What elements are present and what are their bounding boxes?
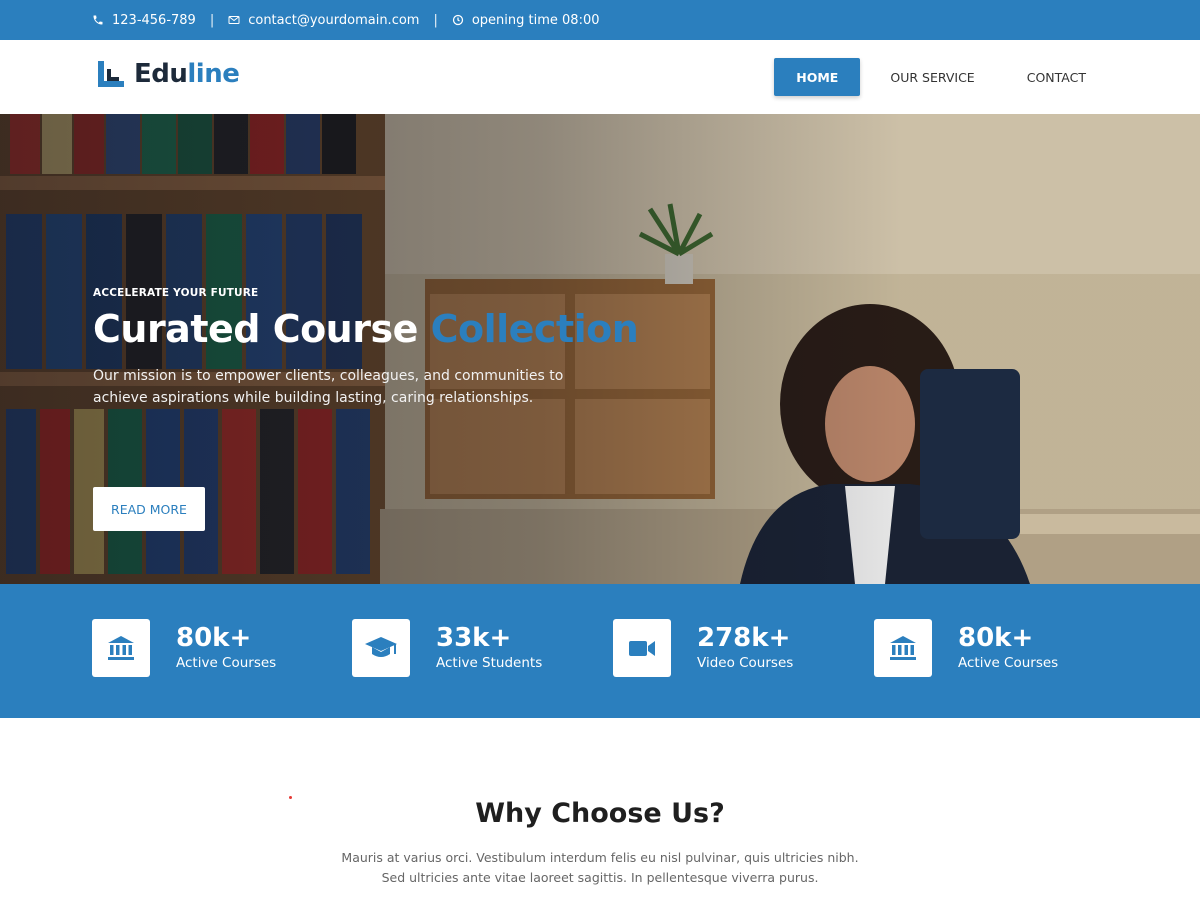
- stat-value: 80k+: [958, 623, 1034, 653]
- stat-icon-box: [352, 619, 410, 677]
- read-more-button[interactable]: READ MORE: [93, 487, 205, 531]
- phone-text: 123-456-789: [112, 12, 196, 28]
- hero-kicker: ACCELERATE YOUR FUTURE: [93, 287, 259, 299]
- main-nav: HOME OUR SERVICE CONTACT: [766, 58, 1108, 96]
- stat-icon-box: [92, 619, 150, 677]
- separator: |: [433, 12, 438, 28]
- email-info[interactable]: contact@yourdomain.com: [228, 13, 419, 28]
- hero-description: Our mission is to empower clients, colle…: [93, 368, 564, 406]
- envelope-icon: [228, 16, 240, 24]
- hero-content: ACCELERATE YOUR FUTURE Curated Course Co…: [93, 287, 639, 409]
- stat-label: Active Students: [436, 655, 543, 671]
- decorative-dot: [289, 796, 292, 799]
- video-camera-icon: [629, 641, 655, 656]
- stat-text: 80k+ Active Courses: [958, 625, 1058, 671]
- stat-text: 80k+ Active Courses: [176, 625, 276, 671]
- stats-band: 80k+ Active Courses 33k+ Active Students…: [0, 584, 1200, 718]
- graduation-cap-icon: [365, 637, 397, 657]
- hero-title-accent: Collection: [430, 307, 639, 351]
- bank-icon: [108, 636, 134, 660]
- stat-value: 80k+: [176, 623, 252, 653]
- site-header: Eduline HOME OUR SERVICE CONTACT: [0, 40, 1200, 114]
- stat-label: Active Courses: [958, 655, 1059, 671]
- clock-icon: [452, 14, 463, 26]
- separator: |: [209, 12, 215, 28]
- email-text: contact@yourdomain.com: [248, 12, 420, 28]
- hero-title: Curated Course Collection: [93, 307, 639, 351]
- phone-icon: [93, 15, 103, 25]
- logo-text-part2: line: [187, 59, 240, 89]
- logo-mark-icon: [98, 61, 124, 87]
- stat-item: 33k+ Active Students: [352, 619, 542, 677]
- why-choose-us-section: Why Choose Us? Mauris at varius orci. Ve…: [0, 718, 1200, 900]
- stat-icon-box: [874, 619, 932, 677]
- stat-item: 278k+ Video Courses: [613, 619, 793, 677]
- stat-text: 278k+ Video Courses: [697, 625, 793, 671]
- top-info-bar: 123-456-789 | contact@yourdomain.com | o…: [0, 0, 1200, 40]
- top-info-items: 123-456-789 | contact@yourdomain.com | o…: [92, 0, 600, 40]
- phone-info[interactable]: 123-456-789: [92, 13, 196, 28]
- stat-value: 33k+: [436, 623, 512, 653]
- stat-text: 33k+ Active Students: [436, 625, 542, 671]
- section-description: Mauris at varius orci. Vestibulum interd…: [341, 850, 859, 885]
- stat-label: Active Courses: [176, 655, 277, 671]
- logo-text: Eduline: [134, 59, 240, 89]
- logo-text-part1: Edu: [134, 59, 188, 89]
- hours-text: opening time 08:00: [471, 12, 600, 28]
- nav-home[interactable]: HOME: [774, 58, 861, 96]
- bank-icon: [890, 636, 916, 660]
- nav-contact[interactable]: CONTACT: [1005, 58, 1108, 96]
- stat-label: Video Courses: [697, 655, 794, 671]
- stat-icon-box: [613, 619, 671, 677]
- section-title: Why Choose Us?: [475, 798, 725, 829]
- nav-our-service[interactable]: OUR SERVICE: [868, 58, 996, 96]
- stat-value: 278k+: [697, 623, 791, 653]
- hero-title-main: Curated Course: [93, 307, 418, 351]
- hours-info: opening time 08:00: [452, 13, 600, 28]
- stat-item: 80k+ Active Courses: [874, 619, 1058, 677]
- site-logo[interactable]: Eduline: [96, 59, 240, 89]
- stat-item: 80k+ Active Courses: [92, 619, 276, 677]
- hero-banner: ACCELERATE YOUR FUTURE Curated Course Co…: [0, 114, 1200, 584]
